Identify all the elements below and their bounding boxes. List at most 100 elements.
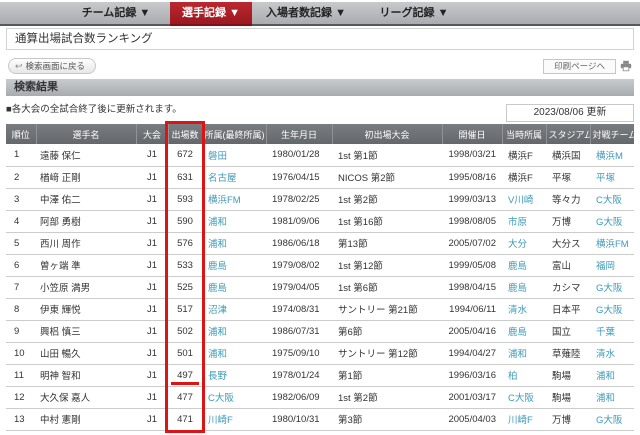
cell-then-club[interactable]: 大分 xyxy=(502,232,546,254)
cell-then-club[interactable]: 清水 xyxy=(502,298,546,320)
cell-birthdate: 1986/06/18 xyxy=(266,232,332,254)
cell-competition: J1 xyxy=(136,408,168,430)
cell-debut-match: 1st 第6節 xyxy=(332,276,442,298)
cell-club-link[interactable]: C大阪 xyxy=(202,386,266,408)
cell-then-club[interactable]: 川崎F xyxy=(502,408,546,430)
cell-appearances: 471 xyxy=(168,408,202,430)
cell-debut-match: 1st 第2節 xyxy=(332,188,442,210)
cell-opponent-link[interactable]: 千葉 xyxy=(590,320,634,342)
cell-stadium: 国立 xyxy=(546,320,590,342)
cell-club-link[interactable]: 鹿島 xyxy=(202,276,266,298)
cell-stadium: 草薙陸 xyxy=(546,342,590,364)
cell-club-link[interactable]: 浦和 xyxy=(202,342,266,364)
cell-opponent-link[interactable]: 清水 xyxy=(590,342,634,364)
cell-club-link[interactable]: 磐田 xyxy=(202,144,266,166)
table-row: 1 遠藤 保仁 J1 672 磐田 1980/01/28 1st 第1節 199… xyxy=(6,144,634,166)
printer-icon[interactable] xyxy=(620,60,632,72)
cell-opponent-link[interactable]: G大阪 xyxy=(590,408,634,430)
nav-tab-attendance-records[interactable]: 入場者数記録 ▼ xyxy=(252,2,360,24)
nav-tab-league-records[interactable]: リーグ記録 ▼ xyxy=(360,2,468,24)
back-to-search-button[interactable]: ↩ 検索画面に戻る xyxy=(8,58,96,74)
cell-club-link[interactable]: 沼津 xyxy=(202,298,266,320)
cell-debut-match: 1st 第2節 xyxy=(332,386,442,408)
cell-rank: 12 xyxy=(6,386,36,408)
cell-competition: J1 xyxy=(136,298,168,320)
cell-rank: 11 xyxy=(6,364,36,386)
cell-birthdate: 1974/08/31 xyxy=(266,298,332,320)
cell-rank: 1 xyxy=(6,144,36,166)
cell-club-link[interactable]: 浦和 xyxy=(202,210,266,232)
cell-debut-date: 1999/03/13 xyxy=(442,188,502,210)
cell-club-link[interactable]: 名古屋 xyxy=(202,166,266,188)
cell-opponent-link[interactable]: 横浜FM xyxy=(590,232,634,254)
print-page-button[interactable]: 印刷ページへ xyxy=(543,59,616,74)
cell-club-link[interactable]: 長野 xyxy=(202,364,266,386)
cell-birthdate: 1978/02/25 xyxy=(266,188,332,210)
cell-club-link[interactable]: 横浜FM xyxy=(202,188,266,210)
table-row: 10 山田 暢久 J1 501 浦和 1975/09/10 サントリー 第12節… xyxy=(6,342,634,364)
cell-birthdate: 1979/08/02 xyxy=(266,254,332,276)
cell-stadium: 駒場 xyxy=(546,386,590,408)
nav-tab-player-records[interactable]: 選手記録 ▼ xyxy=(170,2,252,24)
cell-opponent-link[interactable]: 福岡 xyxy=(590,254,634,276)
col-appearances: 出場数 xyxy=(168,124,202,144)
table-row: 4 阿部 勇樹 J1 590 浦和 1981/09/06 1st 第16節 19… xyxy=(6,210,634,232)
col-club: 所属(最終所属) xyxy=(202,124,266,144)
cell-stadium: 横浜国 xyxy=(546,144,590,166)
cell-then-club[interactable]: V川崎 xyxy=(502,188,546,210)
cell-stadium: 等々力 xyxy=(546,188,590,210)
return-arrow-icon: ↩ xyxy=(15,62,23,71)
cell-then-club[interactable]: 鹿島 xyxy=(502,320,546,342)
cell-birthdate: 1976/04/15 xyxy=(266,166,332,188)
cell-player-name: 遠藤 保仁 xyxy=(36,144,136,166)
cell-opponent-link[interactable]: 浦和 xyxy=(590,386,634,408)
cell-player-name: 明神 智和 xyxy=(36,364,136,386)
cell-opponent-link[interactable]: 平塚 xyxy=(590,166,634,188)
top-nav: チーム記録 ▼ 選手記録 ▼ 入場者数記録 ▼ リーグ記録 ▼ xyxy=(0,2,640,26)
cell-rank: 3 xyxy=(6,188,36,210)
cell-opponent-link[interactable]: G大阪 xyxy=(590,210,634,232)
cell-debut-date: 2005/04/16 xyxy=(442,320,502,342)
cell-club-link[interactable]: 浦和 xyxy=(202,320,266,342)
cell-debut-date: 2005/07/02 xyxy=(442,232,502,254)
cell-then-club[interactable]: 市原 xyxy=(502,210,546,232)
cell-debut-match: 第3節 xyxy=(332,408,442,430)
cell-opponent-link[interactable]: G大阪 xyxy=(590,276,634,298)
col-player-name: 選手名 xyxy=(36,124,136,144)
nav-tab-team-records[interactable]: チーム記録 ▼ xyxy=(62,2,170,24)
cell-opponent-link[interactable]: 浦和 xyxy=(590,364,634,386)
cell-birthdate: 1975/09/10 xyxy=(266,342,332,364)
cell-debut-date: 1998/08/05 xyxy=(442,210,502,232)
cell-birthdate: 1979/04/05 xyxy=(266,276,332,298)
cell-opponent-link[interactable]: G大阪 xyxy=(590,298,634,320)
cell-appearances: 533 xyxy=(168,254,202,276)
cell-then-club[interactable]: 柏 xyxy=(502,364,546,386)
cell-debut-match: 第6節 xyxy=(332,320,442,342)
cell-opponent-link[interactable]: C大阪 xyxy=(590,188,634,210)
table-row: 11 明神 智和 J1 497 長野 1978/01/24 第1節 1996/0… xyxy=(6,364,634,386)
cell-then-club[interactable]: 鹿島 xyxy=(502,254,546,276)
cell-then-club[interactable]: C大阪 xyxy=(502,386,546,408)
col-birthdate: 生年月日 xyxy=(266,124,332,144)
cell-then-club[interactable]: 鹿島 xyxy=(502,276,546,298)
cell-player-name: 大久保 嘉人 xyxy=(36,386,136,408)
cell-stadium: 富山 xyxy=(546,254,590,276)
cell-club-link[interactable]: 鹿島 xyxy=(202,254,266,276)
cell-club-link[interactable]: 浦和 xyxy=(202,232,266,254)
cell-rank: 8 xyxy=(6,298,36,320)
col-debut-match: 初出場大会 xyxy=(332,124,442,144)
meta-row: ■各大会の全試合終了後に更新されます。 2023/08/06 更新 xyxy=(6,101,634,122)
cell-then-club[interactable]: 浦和 xyxy=(502,342,546,364)
print-area: 印刷ページへ xyxy=(543,59,632,74)
cell-rank: 5 xyxy=(6,232,36,254)
cell-opponent-link[interactable]: 横浜M xyxy=(590,144,634,166)
cell-appearances: 501 xyxy=(168,342,202,364)
cell-birthdate: 1982/06/09 xyxy=(266,386,332,408)
table-row: 3 中澤 佑二 J1 593 横浜FM 1978/02/25 1st 第2節 1… xyxy=(6,188,634,210)
table-row: 2 楢﨑 正剛 J1 631 名古屋 1976/04/15 NICOS 第2節 … xyxy=(6,166,634,188)
cell-stadium: 駒場 xyxy=(546,364,590,386)
cell-appearances: 672 xyxy=(168,144,202,166)
cell-debut-date: 2005/04/03 xyxy=(442,408,502,430)
results-table-wrap: 順位 選手名 大会 出場数 所属(最終所属) 生年月日 初出場大会 開催日 当時… xyxy=(6,124,634,431)
cell-club-link[interactable]: 川崎F xyxy=(202,408,266,430)
